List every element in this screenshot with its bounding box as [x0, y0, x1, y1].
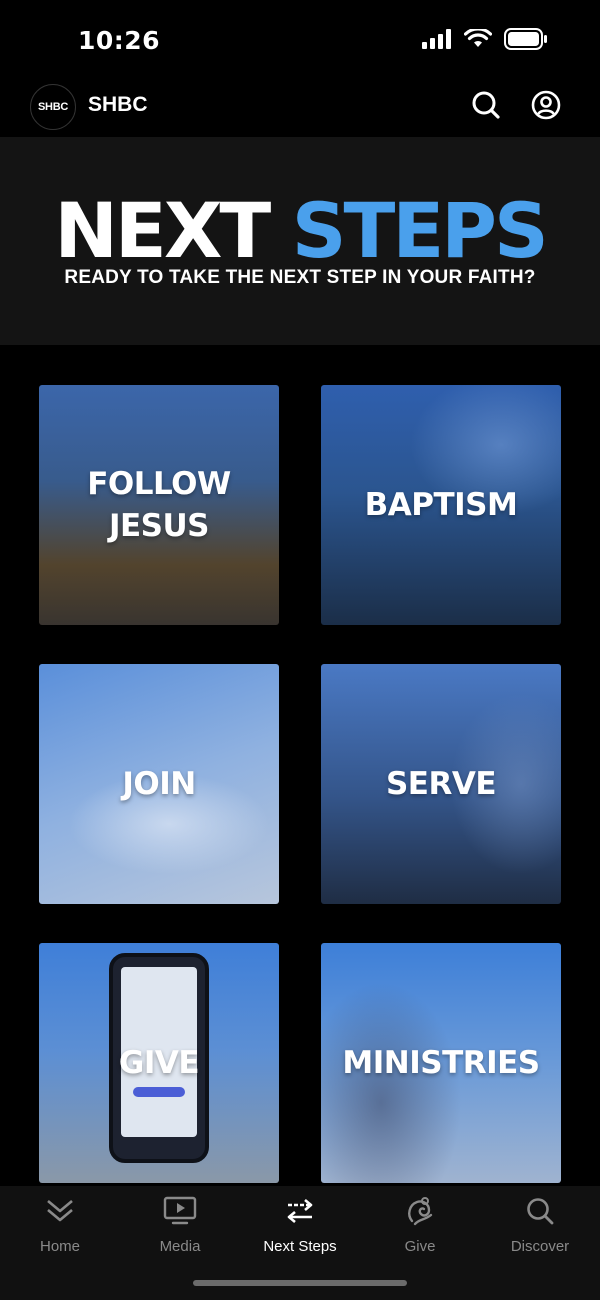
cellular-signal-icon: [422, 29, 452, 54]
tile-baptism[interactable]: BAPTISM: [321, 385, 561, 625]
tab-media[interactable]: Media: [120, 1194, 240, 1258]
logo-text: SHBC: [38, 101, 68, 113]
tab-label: Media: [159, 1238, 201, 1255]
church-logo[interactable]: SHBC: [30, 84, 76, 130]
user-profile-icon: [531, 90, 561, 125]
tab-discover[interactable]: Discover: [480, 1194, 600, 1258]
hero-title: NEXT STEPS: [0, 193, 600, 269]
tile-follow-jesus[interactable]: FOLLOW JESUS: [39, 385, 279, 625]
status-bar: 10:26: [0, 0, 600, 80]
tab-home[interactable]: Home: [0, 1194, 120, 1258]
phone-screen-button: [133, 1087, 185, 1097]
tab-give[interactable]: Give: [360, 1194, 480, 1258]
status-time: 10:26: [78, 26, 161, 55]
hero-title-word2: STEPS: [291, 186, 549, 275]
status-icons: [422, 27, 548, 55]
tab-label: Give: [404, 1238, 436, 1255]
give-hand-icon: [402, 1194, 438, 1228]
tab-label: Discover: [510, 1238, 570, 1255]
tile-give[interactable]: GIVE: [39, 943, 279, 1183]
swap-arrows-icon: [282, 1194, 318, 1228]
tile-label: BAPTISM: [364, 487, 518, 523]
search-button[interactable]: [470, 91, 502, 123]
tab-label: Next Steps: [263, 1238, 337, 1255]
home-indicator[interactable]: [193, 1280, 407, 1286]
search-icon: [522, 1194, 558, 1228]
app-header: SHBC SHBC: [0, 80, 600, 136]
tile-label: MINISTRIES: [342, 1045, 540, 1081]
app-title: SHBC: [88, 93, 148, 116]
next-steps-hero-banner: NEXT STEPS READY TO TAKE THE NEXT STEP I…: [0, 137, 600, 345]
tile-label: FOLLOW JESUS: [87, 466, 231, 544]
tile-label: SERVE: [385, 766, 497, 802]
wifi-icon: [463, 27, 493, 54]
tile-label: GIVE: [118, 1045, 200, 1081]
double-chevron-down-icon: [42, 1194, 78, 1228]
hero-title-word1: NEXT: [54, 186, 271, 275]
tile-join[interactable]: JOIN: [39, 664, 279, 904]
hero-subtitle: READY TO TAKE THE NEXT STEP IN YOUR FAIT…: [64, 267, 536, 288]
tab-label: Home: [39, 1238, 80, 1255]
battery-icon: [504, 28, 548, 55]
tab-next-steps[interactable]: Next Steps: [240, 1194, 360, 1258]
profile-button[interactable]: [530, 90, 562, 125]
tile-serve[interactable]: SERVE: [321, 664, 561, 904]
tile-ministries[interactable]: MINISTRIES: [321, 943, 561, 1183]
tv-play-icon: [162, 1194, 198, 1228]
search-icon: [471, 90, 501, 125]
tile-label: JOIN: [122, 766, 196, 802]
